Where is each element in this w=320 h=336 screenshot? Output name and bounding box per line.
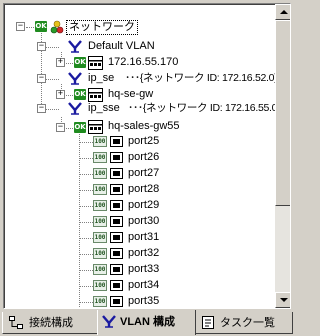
ethernet-port-icon <box>110 296 123 307</box>
ethernet-port-icon <box>110 152 123 163</box>
ethernet-port-icon <box>110 280 123 291</box>
vlan-ip-sse-label[interactable]: ip_sse <box>88 102 120 115</box>
ethernet-port-icon <box>110 248 123 259</box>
vlan-icon <box>102 315 116 328</box>
port-label[interactable]: port32 <box>128 247 159 260</box>
device-hq-sales-gw55-label[interactable]: hq-sales-gw55 <box>108 120 180 133</box>
port-status-100-icon: 100 <box>93 280 107 291</box>
tree-panel: − OK ネットワーク − Default VLAN + OK 172.16.5… <box>3 3 291 309</box>
root-expander[interactable]: − <box>16 22 25 31</box>
port-label[interactable]: port29 <box>128 199 159 212</box>
scroll-down-button[interactable] <box>275 292 290 308</box>
network-globe-icon <box>50 20 64 34</box>
port-label[interactable]: port27 <box>128 167 159 180</box>
task-list-icon <box>202 316 216 329</box>
port-status-100-icon: 100 <box>93 136 107 147</box>
ethernet-port-icon <box>110 216 123 227</box>
vlan-ip-se-label[interactable]: ip_se <box>88 72 114 85</box>
port-status-100-icon: 100 <box>93 216 107 227</box>
vlan-icon <box>68 72 82 85</box>
ethernet-port-icon <box>110 136 123 147</box>
switch-icon <box>88 56 103 70</box>
tab-connection-label: 接続構成 <box>29 317 73 329</box>
scroll-thumb[interactable] <box>275 20 290 206</box>
root-label[interactable]: ネットワーク <box>66 20 138 35</box>
scroll-up-button[interactable] <box>275 4 290 20</box>
device-status-ok-icon: OK <box>74 122 86 133</box>
tab-vlan[interactable]: VLAN 構成 <box>97 310 196 335</box>
port-status-100-icon: 100 <box>93 232 107 243</box>
port-status-100-icon: 100 <box>93 264 107 275</box>
switch-icon <box>88 120 103 134</box>
port-status-100-icon: 100 <box>93 200 107 211</box>
root-status-ok-icon: OK <box>35 21 47 32</box>
vlan-default-expander[interactable]: − <box>37 42 46 51</box>
switch-icon <box>88 88 103 102</box>
tab-task-list-label: タスク一覧 <box>220 317 275 329</box>
device-status-ok-icon: OK <box>74 89 86 100</box>
ethernet-port-icon <box>110 168 123 179</box>
port-status-100-icon: 100 <box>93 152 107 163</box>
tab-connection[interactable]: 接続構成 <box>2 312 98 334</box>
vertical-scrollbar[interactable] <box>275 4 290 308</box>
tab-vlan-label: VLAN 構成 <box>120 316 175 328</box>
port-label[interactable]: port28 <box>128 183 159 196</box>
network-tree[interactable]: − OK ネットワーク − Default VLAN + OK 172.16.5… <box>4 4 275 308</box>
arrow-down-icon <box>280 298 288 302</box>
port-status-100-icon: 100 <box>93 168 107 179</box>
arrow-up-icon <box>280 10 288 14</box>
vlan-ip-se-network-id: ･･･{ネットワーク ID: 172.16.52.0} <box>125 72 275 84</box>
device-172-16-55-170-expander[interactable]: + <box>56 58 65 67</box>
port-label[interactable]: port26 <box>128 151 159 164</box>
vlan-ip-sse-network-id: ･･･{ネットワーク ID: 172.16.55.0} <box>128 102 275 114</box>
port-label[interactable]: port25 <box>128 135 159 148</box>
port-status-100-icon: 100 <box>93 248 107 259</box>
ethernet-port-icon <box>110 200 123 211</box>
device-hq-sales-gw55-expander[interactable]: − <box>56 123 65 132</box>
device-172-16-55-170-label[interactable]: 172.16.55.170 <box>108 56 178 69</box>
port-label[interactable]: port33 <box>128 263 159 276</box>
port-status-100-icon: 100 <box>93 184 107 195</box>
port-label[interactable]: port35 <box>128 295 159 308</box>
vlan-default-label[interactable]: Default VLAN <box>88 40 155 53</box>
port-label[interactable]: port31 <box>128 231 159 244</box>
vlan-tree-window: − OK ネットワーク − Default VLAN + OK 172.16.5… <box>0 0 295 336</box>
vlan-icon <box>68 102 82 115</box>
vlan-ip-sse-expander[interactable]: − <box>37 104 46 113</box>
ethernet-port-icon <box>110 232 123 243</box>
ethernet-port-icon <box>110 184 123 195</box>
tab-task-list[interactable]: タスク一覧 <box>195 312 293 334</box>
ethernet-port-icon <box>110 264 123 275</box>
device-hq-se-gw-label[interactable]: hq-se-gw <box>108 88 153 101</box>
device-status-ok-icon: OK <box>74 57 86 68</box>
vlan-icon <box>68 40 82 53</box>
device-hq-se-gw-expander[interactable]: + <box>56 90 65 99</box>
connection-icon <box>9 316 23 329</box>
port-label[interactable]: port34 <box>128 279 159 292</box>
view-tabs: 接続構成 VLAN 構成 タスク一覧 <box>0 310 295 336</box>
port-status-100-icon: 100 <box>93 296 107 307</box>
vlan-ip-se-expander[interactable]: − <box>37 74 46 83</box>
port-label[interactable]: port30 <box>128 215 159 228</box>
